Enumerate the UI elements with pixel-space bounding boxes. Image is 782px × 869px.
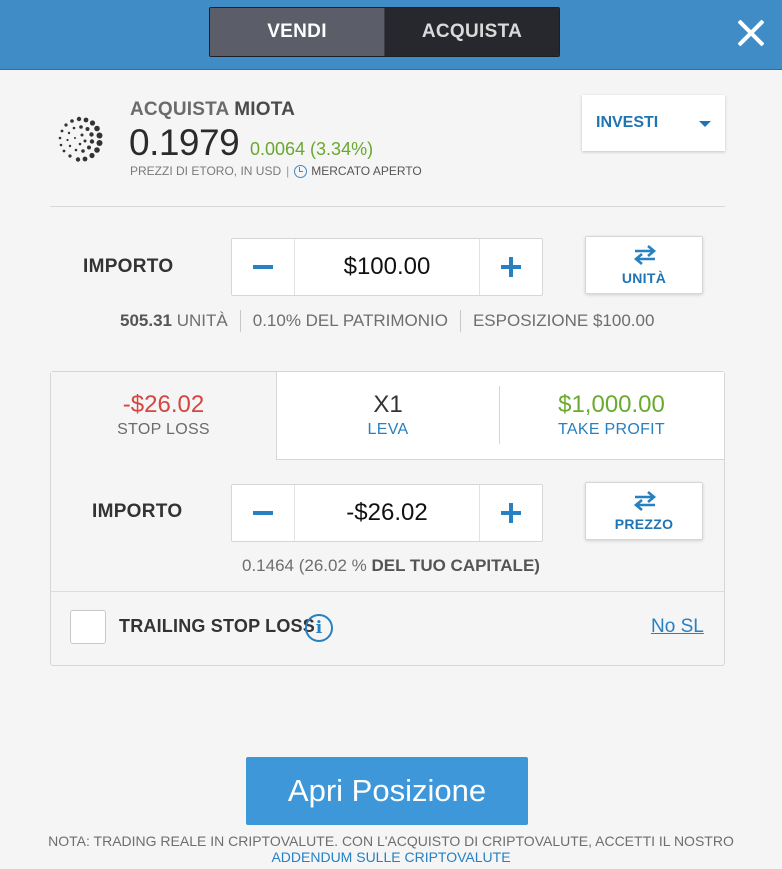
footer-note-text: NOTA: TRADING REALE IN CRIPTOVALUTE. CON… — [48, 833, 734, 849]
instrument-action: ACQUISTA — [130, 99, 229, 120]
sl-decrease-button[interactable] — [232, 485, 294, 541]
swap-arrows-icon — [633, 245, 657, 265]
amount-info: 505.31 UNITÀ 0.10% DEL PATRIMONIO ESPOSI… — [120, 310, 654, 332]
sl-percent: (26.02 % — [298, 556, 367, 575]
risk-tabs: -$26.02 STOP LOSS X1 LEVA $1,000.00 TAKE… — [51, 372, 724, 460]
mode-dropdown-label: INVESTI — [596, 114, 659, 131]
amount-decrease-button[interactable] — [232, 239, 294, 295]
market-status: MERCATO APERTO — [311, 164, 422, 178]
buy-tab[interactable]: ACQUISTA — [385, 8, 559, 56]
units-label: UNITÀ — [176, 311, 228, 330]
panel-divider — [51, 591, 724, 592]
take-profit-value: $1,000.00 — [558, 391, 665, 418]
price-change: 0.0064 (3.34%) — [250, 139, 374, 159]
stop-loss-label: STOP LOSS — [117, 421, 210, 438]
meta-separator: | — [286, 164, 290, 178]
sl-amount-stepper: -$26.02 — [231, 484, 543, 542]
tab-stop-loss[interactable]: -$26.02 STOP LOSS — [51, 372, 276, 460]
tab-take-profit[interactable]: $1,000.00 TAKE PROFIT — [499, 372, 724, 460]
units-switch-label: UNITÀ — [621, 270, 667, 286]
instrument-title: ACQUISTA MIOTA — [130, 99, 295, 121]
header-divider — [50, 206, 725, 207]
sl-rate: 0.1464 — [242, 556, 294, 575]
sl-percent-label: DEL TUO CAPITALE) — [371, 556, 540, 575]
amount-input[interactable]: $100.00 — [294, 239, 480, 295]
amount-label: IMPORTO — [83, 256, 174, 277]
iota-logo-icon — [58, 116, 103, 162]
open-position-button[interactable]: Apri Posizione — [246, 757, 528, 825]
prices-note: PREZZI DI ETORO, IN USD — [130, 164, 282, 178]
price-meta: PREZZI DI ETORO, IN USD | MERCATO APERTO — [130, 164, 422, 178]
instrument-price: 0.1979 — [129, 122, 240, 163]
crypto-addendum-link[interactable]: ADDENDUM SULLE CRIPTOVALUTE — [0, 849, 782, 865]
exposure-value: $100.00 — [592, 311, 655, 330]
instrument-ticker: MIOTA — [234, 99, 296, 120]
buy-sell-toggle: VENDI ACQUISTA — [209, 7, 560, 57]
stop-loss-value: -$26.02 — [122, 391, 205, 418]
exposure-label: ESPOSIZIONE — [472, 311, 589, 330]
close-icon[interactable] — [736, 18, 766, 48]
info-icon[interactable]: i — [305, 614, 333, 642]
mode-dropdown[interactable]: INVESTI — [582, 95, 725, 151]
leverage-label: LEVA — [367, 421, 409, 438]
sl-capital-info: 0.1464 (26.02 % DEL TUO CAPITALE) — [242, 556, 540, 576]
leverage-value: X1 — [373, 391, 403, 418]
equity-percent: 0.10% DEL PATRIMONIO — [252, 311, 448, 330]
amount-stepper: $100.00 — [231, 238, 543, 296]
sl-amount-label: IMPORTO — [92, 501, 183, 522]
top-bar: VENDI ACQUISTA — [0, 0, 782, 70]
info-separator — [459, 310, 461, 332]
sl-increase-button[interactable] — [480, 485, 542, 541]
take-profit-label: TAKE PROFIT — [557, 421, 665, 438]
price-switch-button[interactable]: PREZZO — [585, 482, 703, 540]
sl-amount-input[interactable]: -$26.02 — [294, 485, 480, 541]
sell-tab[interactable]: VENDI — [210, 8, 385, 56]
clock-icon — [294, 164, 308, 178]
tab-divider — [499, 386, 500, 444]
no-sl-link[interactable]: No SL — [651, 616, 704, 638]
trailing-stop-label: TRAILING STOP LOSS — [119, 616, 315, 636]
info-separator — [239, 310, 241, 332]
swap-arrows-icon — [633, 491, 657, 511]
units-switch-button[interactable]: UNITÀ — [585, 236, 703, 294]
footer-note: NOTA: TRADING REALE IN CRIPTOVALUTE. CON… — [0, 833, 782, 865]
tab-leverage[interactable]: X1 LEVA — [276, 372, 499, 460]
price-switch-label: PREZZO — [614, 516, 674, 532]
trailing-stop-checkbox[interactable] — [70, 610, 106, 644]
amount-increase-button[interactable] — [480, 239, 542, 295]
caret-down-icon — [699, 121, 711, 127]
units-value: 505.31 — [120, 311, 172, 330]
